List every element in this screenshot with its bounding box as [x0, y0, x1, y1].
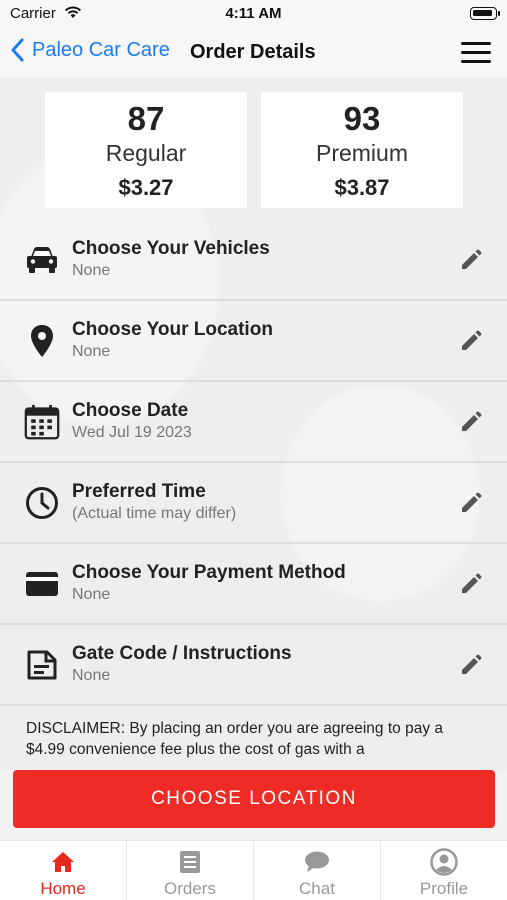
- calendar-icon: [24, 404, 60, 440]
- status-bar: Carrier 4:11 AM: [0, 0, 507, 28]
- fuel-octane: 87: [127, 100, 165, 137]
- gate-code-row[interactable]: Gate Code / Instructions None: [0, 625, 507, 706]
- pencil-icon[interactable]: [459, 491, 483, 515]
- clock-icon: [24, 485, 60, 521]
- tab-orders[interactable]: Orders: [127, 841, 254, 900]
- tab-label: Profile: [419, 879, 469, 898]
- option-value: Wed Jul 19 2023: [72, 424, 192, 441]
- fuel-price: $3.87: [334, 175, 390, 200]
- tab-home[interactable]: Home: [0, 841, 127, 900]
- option-title: Choose Your Payment Method: [72, 562, 346, 583]
- tab-profile[interactable]: Profile: [381, 841, 507, 900]
- tab-bar: Home Orders Chat Profile: [0, 840, 507, 900]
- option-title: Choose Your Location: [72, 319, 273, 340]
- fuel-name: Regular: [105, 140, 187, 166]
- order-details-content: 87 Regular $3.27 93 Premium $3.87 Choose…: [0, 78, 507, 770]
- option-value: None: [72, 586, 111, 603]
- orders-icon: [127, 849, 253, 875]
- option-title: Choose Your Vehicles: [72, 238, 270, 259]
- chat-icon: [254, 849, 380, 875]
- navigation-bar: Paleo Car Care Order Details: [0, 28, 507, 78]
- choose-location-row[interactable]: Choose Your Location None: [0, 301, 507, 382]
- pencil-icon[interactable]: [459, 572, 483, 596]
- choose-date-row[interactable]: Choose Date Wed Jul 19 2023: [0, 382, 507, 463]
- pencil-icon[interactable]: [459, 329, 483, 353]
- preferred-time-row[interactable]: Preferred Time (Actual time may differ): [0, 463, 507, 544]
- option-value: None: [72, 343, 111, 360]
- pencil-icon[interactable]: [459, 410, 483, 434]
- tab-label: Home: [40, 879, 86, 898]
- option-title: Gate Code / Instructions: [72, 643, 292, 664]
- option-value: None: [72, 667, 111, 684]
- fuel-price: $3.27: [118, 175, 174, 200]
- tab-chat[interactable]: Chat: [254, 841, 381, 900]
- menu-icon[interactable]: [461, 42, 491, 64]
- back-button[interactable]: Paleo Car Care: [10, 38, 170, 62]
- fuel-octane: 93: [343, 100, 381, 137]
- tab-label: Orders: [164, 879, 216, 898]
- option-title: Choose Date: [72, 400, 189, 421]
- option-title: Preferred Time: [72, 481, 206, 502]
- page-title: Order Details: [190, 41, 316, 63]
- profile-icon: [381, 848, 507, 876]
- choose-location-button[interactable]: CHOOSE LOCATION: [13, 770, 495, 828]
- car-icon: [24, 242, 60, 278]
- option-value: (Actual time may differ): [72, 505, 237, 522]
- fuel-card-premium[interactable]: 93 Premium $3.87: [261, 92, 463, 208]
- fuel-card-regular[interactable]: 87 Regular $3.27: [45, 92, 247, 208]
- tab-label: Chat: [299, 879, 335, 898]
- chevron-left-icon: [11, 38, 24, 62]
- status-time: 4:11 AM: [225, 5, 282, 22]
- choose-vehicles-row[interactable]: Choose Your Vehicles None: [0, 220, 507, 301]
- order-option-list: Choose Your Vehicles None Choose Your Lo…: [0, 220, 507, 706]
- pencil-icon[interactable]: [459, 248, 483, 272]
- document-icon: [24, 647, 60, 683]
- battery-icon: [470, 7, 500, 20]
- location-pin-icon: [24, 323, 60, 359]
- back-label: Paleo Car Care: [32, 38, 170, 61]
- disclaimer-text: DISCLAIMER: By placing an order you are …: [26, 720, 444, 758]
- payment-method-row[interactable]: Choose Your Payment Method None: [0, 544, 507, 625]
- credit-card-icon: [24, 566, 60, 602]
- fuel-cards: 87 Regular $3.27 93 Premium $3.87: [45, 92, 463, 208]
- fuel-name: Premium: [315, 140, 408, 166]
- home-icon: [0, 849, 126, 875]
- option-value: None: [72, 262, 111, 279]
- pencil-icon[interactable]: [459, 653, 483, 677]
